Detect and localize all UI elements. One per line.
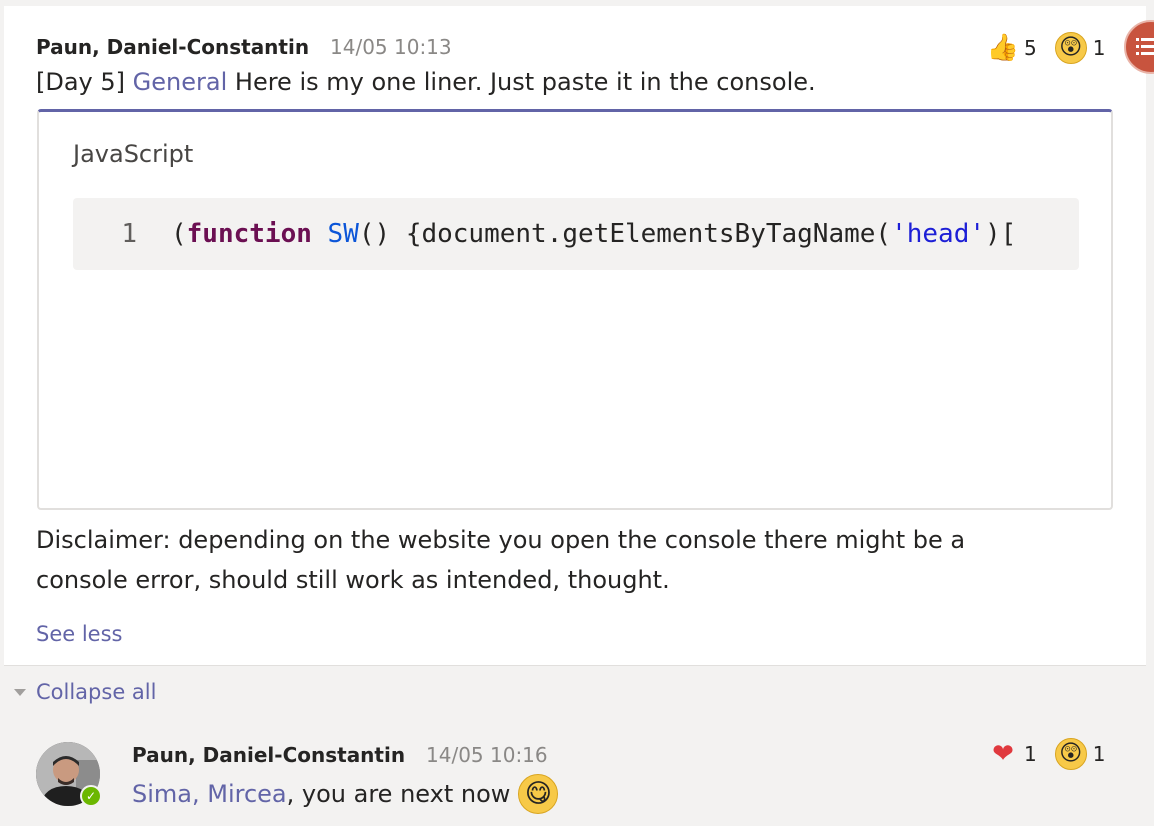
code-line: (function SW() {document.getElementsByTa… bbox=[171, 219, 1016, 249]
reply-reactions-bar: ❤ 1 😲 1 bbox=[988, 738, 1105, 770]
reaction-count: 5 bbox=[1024, 36, 1037, 60]
heart-icon: ❤ bbox=[992, 739, 1014, 769]
disclaimer-text: Disclaimer: depending on the website you… bbox=[36, 526, 966, 594]
channel-link[interactable]: General bbox=[133, 68, 228, 96]
presence-available-icon: ✓ bbox=[80, 785, 102, 807]
code-string: 'head' bbox=[891, 219, 985, 249]
code-token: ( bbox=[171, 219, 187, 249]
message-author[interactable]: Paun, Daniel-Constantin bbox=[36, 35, 309, 59]
collapse-triangle-icon bbox=[14, 688, 26, 696]
reaction-count: 1 bbox=[1092, 742, 1106, 766]
code-function-name: SW bbox=[327, 219, 359, 249]
list-icon bbox=[1136, 38, 1154, 55]
reactions-bar: 👍 5 😲 1 bbox=[986, 32, 1106, 64]
reply-body: Sima, Mircea, you are next now 😋 bbox=[132, 774, 559, 814]
code-token: () {document.getElementsByTagName( bbox=[358, 219, 892, 249]
surprised-icon: 😲 bbox=[1054, 738, 1087, 770]
reply-text: , you are next now bbox=[286, 780, 511, 808]
message-card[interactable]: Paun, Daniel-Constantin 14/05 10:13 👍 5 … bbox=[4, 6, 1146, 666]
collapse-all-label: Collapse all bbox=[36, 680, 157, 704]
collapse-all-button[interactable]: Collapse all bbox=[14, 680, 156, 704]
message-timestamp: 14/05 10:13 bbox=[330, 35, 452, 59]
reaction-like[interactable]: 👍 5 bbox=[986, 33, 1037, 63]
code-block[interactable]: 1 (function SW() {document.getElementsBy… bbox=[73, 198, 1079, 270]
reaction-surprised[interactable]: 😲 1 bbox=[1054, 738, 1106, 770]
see-less-link[interactable]: See less bbox=[36, 622, 122, 646]
reaction-heart[interactable]: ❤ 1 bbox=[988, 739, 1037, 769]
reaction-count: 1 bbox=[1092, 36, 1106, 60]
code-keyword: function bbox=[186, 219, 312, 249]
smiling-tongue-emoji-icon: 😋 bbox=[518, 774, 559, 814]
day-prefix: [Day 5] bbox=[36, 68, 126, 96]
code-snippet-card[interactable]: JavaScript 1 (function SW() {document.ge… bbox=[37, 109, 1113, 510]
reaction-surprised[interactable]: 😲 1 bbox=[1054, 32, 1106, 64]
code-language-label: JavaScript bbox=[73, 140, 194, 168]
surprised-icon: 😲 bbox=[1054, 32, 1087, 64]
reaction-count: 1 bbox=[1024, 742, 1037, 766]
reply-timestamp: 14/05 10:16 bbox=[426, 743, 548, 767]
thumbs-up-icon: 👍 bbox=[986, 33, 1020, 63]
message-text: Here is my one liner. Just paste it in t… bbox=[234, 68, 816, 96]
code-token: )[ bbox=[985, 219, 1017, 249]
line-number: 1 bbox=[121, 219, 137, 249]
mention-link[interactable]: Sima, Mircea bbox=[132, 780, 287, 808]
reply-author[interactable]: Paun, Daniel-Constantin bbox=[132, 743, 405, 767]
message-body: [Day 5] General Here is my one liner. Ju… bbox=[36, 68, 816, 96]
